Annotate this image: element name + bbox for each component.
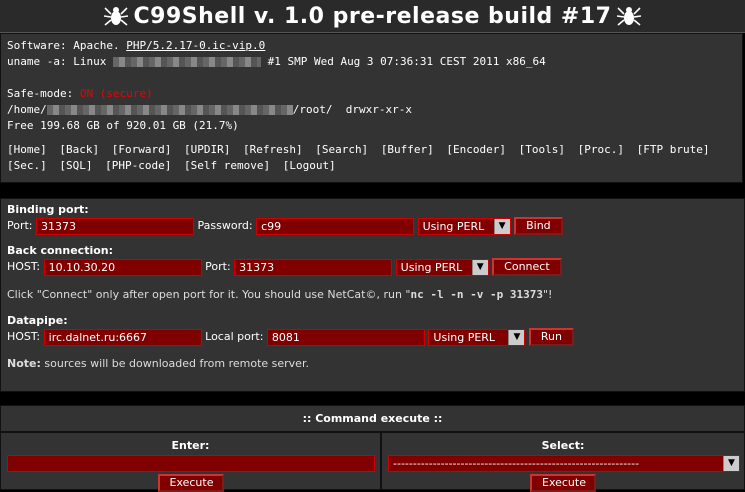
command-input[interactable] [7,455,375,472]
chevron-down-icon[interactable]: ▼ [723,456,739,471]
command-execute-title: :: Command execute :: [0,405,745,432]
uname-value: #1 SMP Wed Aug 3 07:36:31 CEST 2011 x86_… [267,55,546,68]
path-suffix: /root/ [292,103,333,116]
note-label: Note: [7,357,41,370]
command-enter-panel: Enter: Execute [0,432,381,492]
software-label: Software: Apache. [7,39,120,52]
nav-link[interactable]: [Tools] [519,143,565,156]
datapipe-local-label: Local port: [205,330,264,343]
note: Note: sources will be downloaded from re… [7,355,738,373]
nav-link[interactable]: [Forward] [112,143,172,156]
nav-link[interactable]: [Self remove] [184,159,270,172]
app-title: C99Shell v. 1.0 pre-release build #17 [133,3,612,29]
back-host-input[interactable]: 10.10.30.20 [43,258,202,276]
bind-method-value: Using PERL [422,219,485,233]
binding-title: Binding port: [7,203,89,216]
bind-button[interactable]: Bind [514,217,563,235]
command-select[interactable]: ----------------------------------------… [388,455,740,472]
network-tools-panel: Binding port: Port: 31373 Password: c99 … [0,198,745,392]
chevron-down-icon[interactable]: ▼ [493,218,510,234]
spider-icon [103,7,128,26]
netcat-command: nc -l -n -v -p 31373 [410,288,543,301]
bind-password-input[interactable]: c99 [256,217,415,235]
nav-link[interactable]: [Sec.] [7,159,47,172]
command-select-panel: Select: --------------------------------… [381,432,745,492]
connect-button[interactable]: Connect [492,258,562,276]
redacted-hostname [112,57,261,67]
nav-link[interactable]: [SQL] [59,159,92,172]
nav-link[interactable]: [UPDIR] [184,143,230,156]
datapipe-title: Datapipe: [7,314,68,327]
free-space: Free 199.68 GB of 920.01 GB (21.7%) [7,119,239,132]
spider-icon [617,7,642,26]
netcat-hint: Click "Connect" only after open port for… [7,288,411,301]
note-text: sources will be downloaded from remote s… [40,357,309,370]
chevron-down-icon[interactable]: ▼ [508,329,525,345]
run-button[interactable]: Run [528,328,574,346]
nav-link[interactable]: [Refresh] [243,143,303,156]
nav-link[interactable]: [Encoder] [446,143,506,156]
nav-link[interactable]: [Home] [7,143,47,156]
datapipe-method-value: Using PERL [433,330,496,344]
back-method-select[interactable]: Using PERL ▼ [395,258,489,276]
bind-port-label: Port: [7,219,33,232]
netcat-hint-end: "! [542,288,553,301]
uname-label: uname -a: Linux [7,55,107,68]
safemode-status: ON (secure) [79,87,153,100]
execute-enter-button[interactable]: Execute [157,474,224,492]
directory-permissions: drwxr-xr-x [345,103,412,116]
nav-link[interactable]: [Proc.] [578,143,624,156]
nav-link[interactable]: [Search] [315,143,368,156]
back-connection-title: Back connection: [7,244,114,257]
safemode-label: Safe-mode: [7,87,74,100]
nav-link[interactable]: [PHP-code] [105,159,171,172]
back-host-label: HOST: [7,260,41,273]
bind-port-input[interactable]: 31373 [36,217,195,235]
path-prefix: /home/ [7,103,47,116]
datapipe-method-select[interactable]: Using PERL ▼ [428,328,526,346]
bind-method-select[interactable]: Using PERL ▼ [417,217,511,235]
server-info-panel: Software: Apache. PHP/5.2.17-0.ic-vip.0 … [0,33,743,183]
nav-menu: [Home] [Back] [Forward] [UPDIR] [Refresh… [7,142,736,174]
nav-link[interactable]: [Logout] [283,159,336,172]
nav-link[interactable]: [Buffer] [381,143,434,156]
datapipe-host-input[interactable]: irc.dalnet.ru:6667 [43,328,202,346]
command-select-value: ----------------------------------------… [393,457,640,470]
execute-select-button[interactable]: Execute [530,474,596,492]
back-port-label: Port: [205,260,231,273]
select-label: Select: [541,439,585,452]
nav-link[interactable]: [FTP brute] [637,143,710,156]
nav-link[interactable]: [Back] [59,143,99,156]
bind-password-label: Password: [197,219,253,232]
enter-label: Enter: [171,439,210,452]
page-title: C99Shell v. 1.0 pre-release build #17 [0,0,745,33]
back-port-input[interactable]: 31373 [234,258,393,276]
back-method-value: Using PERL [400,260,463,274]
php-version-link[interactable]: PHP/5.2.17-0.ic-vip.0 [126,39,265,52]
chevron-down-icon[interactable]: ▼ [471,259,488,275]
datapipe-local-port-input[interactable]: 8081 [266,328,425,346]
redacted-path [46,105,293,115]
datapipe-host-label: HOST: [7,330,41,343]
